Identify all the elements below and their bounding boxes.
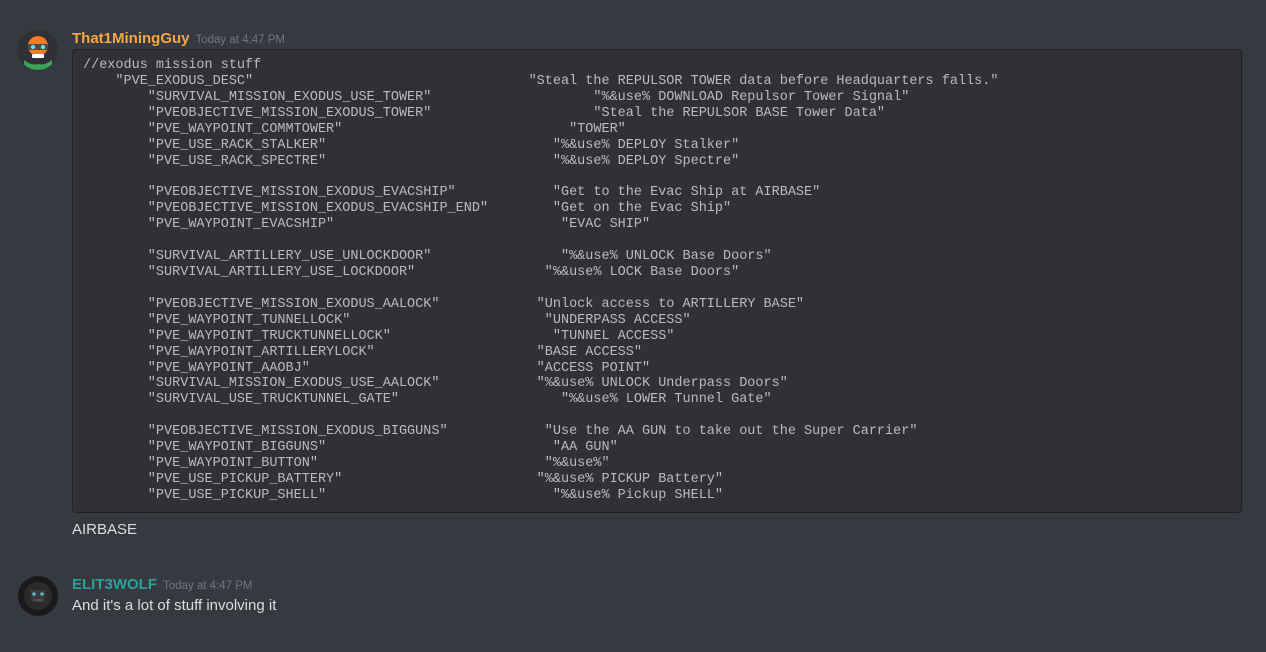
timestamp: Today at 4:47 PM [163,580,253,592]
chat-message: ELIT3WOLF Today at 4:47 PM And it's a lo… [0,566,1266,622]
username[interactable]: That1MiningGuy [72,30,190,47]
message-header: That1MiningGuy Today at 4:47 PM [72,30,1246,47]
avatar[interactable] [18,576,58,616]
chat-message: That1MiningGuy Today at 4:47 PM //exodus… [0,20,1266,546]
message-header: ELIT3WOLF Today at 4:47 PM [72,576,1246,593]
message-text: And it's a lot of stuff involving it [72,595,1246,616]
username[interactable]: ELIT3WOLF [72,576,157,593]
avatar[interactable] [18,30,58,70]
code-block[interactable]: //exodus mission stuff "PVE_EXODUS_DESC"… [72,49,1242,513]
message-text: AIRBASE [72,519,1246,540]
timestamp: Today at 4:47 PM [196,34,286,46]
